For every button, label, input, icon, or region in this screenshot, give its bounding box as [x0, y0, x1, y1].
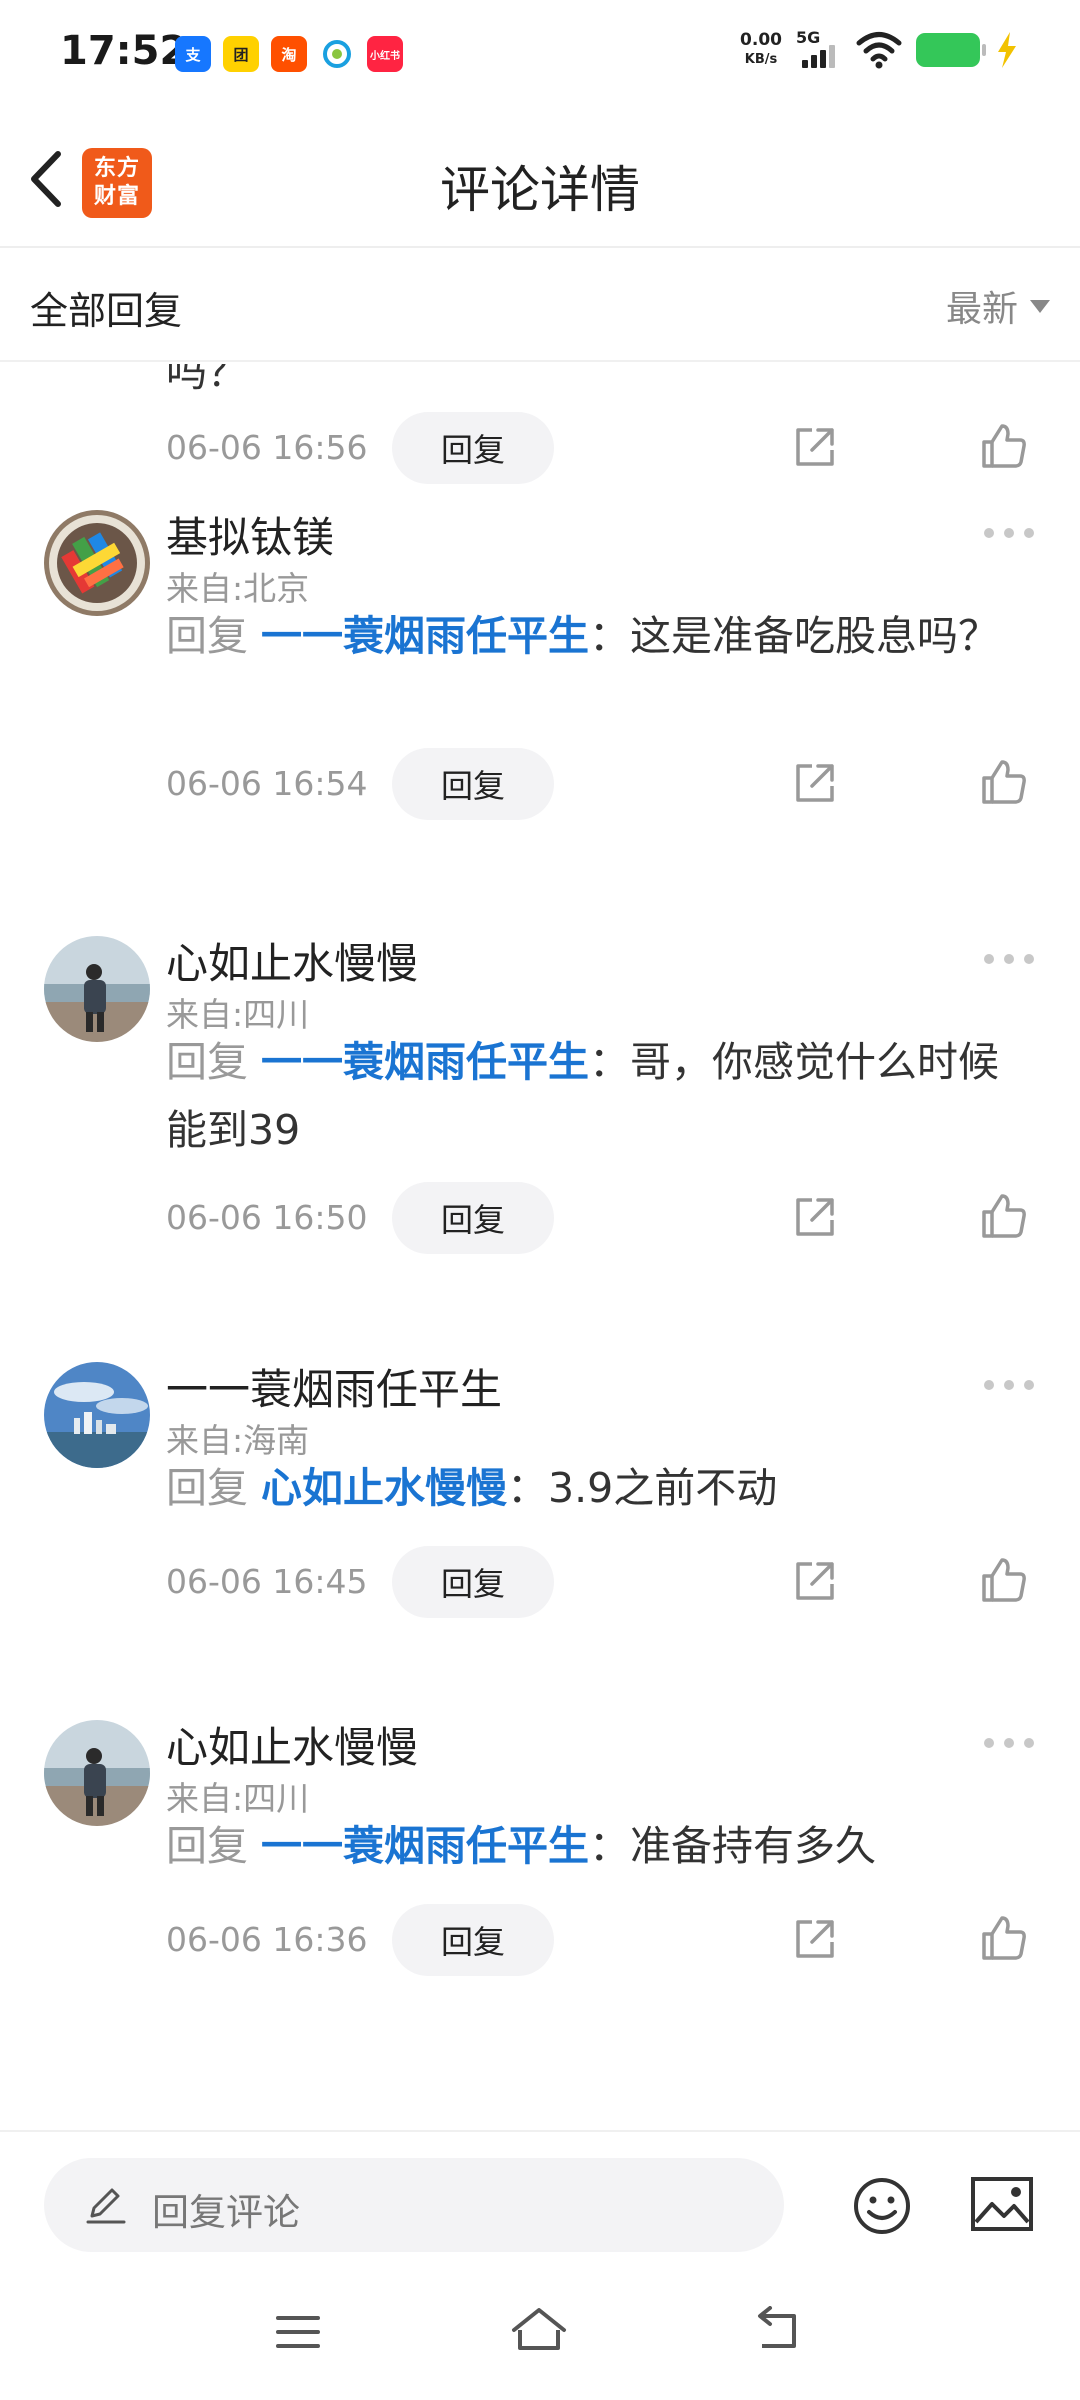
reply-prefix: 回复 [166, 1464, 248, 1512]
comment-actions: 06-06 16:54 回复 [0, 748, 1080, 820]
comment-content: ：准备持有多久 [589, 1822, 877, 1870]
back-nav-icon[interactable] [752, 2306, 802, 2354]
menu-icon[interactable] [274, 2312, 322, 2352]
comment-actions: 06-06 16:36 回复 [0, 1904, 1080, 1976]
more-options-icon[interactable] [984, 954, 1034, 968]
username[interactable]: 心如止水慢慢 [166, 1714, 418, 1775]
triangle-down-icon [1030, 299, 1050, 313]
more-options-icon[interactable] [984, 1738, 1034, 1752]
reply-button[interactable]: 回复 [392, 1904, 554, 1976]
comment-text: 回复 一一蓑烟雨任平生：准备持有多久 [166, 1812, 1036, 1880]
share-icon[interactable] [792, 760, 838, 806]
xiaohongshu-icon: 小红书 [367, 36, 403, 72]
comment-date: 06-06 16:45 [166, 1562, 368, 1601]
notification-app-icons: 支 团 淘 小红书 [175, 36, 403, 72]
battery-icon [916, 33, 986, 67]
comment-text: 回复 一一蓑烟雨任平生：哥，你感觉什么时候能到39 [166, 1028, 1036, 1164]
comment-text: 回复 一一蓑烟雨任平生：这是准备吃股息吗？ [166, 602, 1036, 670]
username[interactable]: 心如止水慢慢 [166, 930, 418, 991]
share-icon[interactable] [792, 424, 838, 470]
reply-prefix: 回复 [166, 1822, 248, 1870]
comment-actions: 06-06 16:45 回复 [0, 1546, 1080, 1618]
comment-item: 一一蓑烟雨任平生 来自:海南 回复 心如止水慢慢：3.9之前不动 06-06 1… [0, 1346, 1080, 1696]
status-bar: 17:52 支 团 淘 小红书 0.00 KB/s 5G [0, 0, 1080, 110]
wifi-icon [856, 32, 902, 69]
username[interactable]: 一一蓑烟雨任平生 [166, 1356, 502, 1417]
reply-prefix: 回复 [166, 1038, 248, 1086]
avatar-person-riverside[interactable] [44, 1720, 150, 1826]
reply-prefix: 回复 [166, 612, 248, 660]
replies-section-bar: 全部回复 最新 [0, 250, 1080, 362]
sort-label: 最新 [945, 289, 1018, 330]
comment-date: 06-06 16:50 [166, 1198, 368, 1237]
more-options-icon[interactable] [984, 1380, 1034, 1394]
pencil-icon [86, 2188, 126, 2224]
net-speed-unit: KB/s [744, 52, 778, 67]
comment-content: ：这是准备吃股息吗？ [589, 612, 1000, 660]
comment-item: 吗？ 06-06 16:56 回复 [0, 364, 1080, 494]
home-icon[interactable] [508, 2304, 570, 2356]
avatar-person-riverside[interactable] [44, 936, 150, 1042]
china-mobile-icon [319, 36, 355, 72]
net-speed: 0.00 KB/s [740, 31, 782, 69]
comment-item: 基拟钛镁 来自:北京 回复 一一蓑烟雨任平生：这是准备吃股息吗？ 06-06 1… [0, 494, 1080, 914]
comment-list[interactable]: 吗？ 06-06 16:56 回复 基拟钛镁 来自:北京 回复 一一蓑烟雨任平生… [0, 364, 1080, 2130]
mentioned-user-link[interactable]: 一一蓑烟雨任平生 [261, 1038, 589, 1086]
share-icon[interactable] [792, 1916, 838, 1962]
comment-date: 06-06 16:36 [166, 1920, 368, 1959]
reply-input-placeholder: 回复评论 [152, 2191, 300, 2234]
more-options-icon[interactable] [984, 528, 1034, 542]
cellular-signal-icon: 5G [796, 28, 842, 70]
reply-button[interactable]: 回复 [392, 1546, 554, 1618]
sort-dropdown[interactable]: 最新 [946, 280, 1050, 332]
share-icon[interactable] [792, 1558, 838, 1604]
reply-button[interactable]: 回复 [392, 1182, 554, 1254]
alipay-icon: 支 [175, 36, 211, 72]
mentioned-user-link[interactable]: 一一蓑烟雨任平生 [261, 1822, 589, 1870]
thumbs-up-icon[interactable] [980, 1556, 1028, 1604]
comment-item: 心如止水慢慢 来自:四川 回复 一一蓑烟雨任平生：哥，你感觉什么时候能到39 0… [0, 920, 1080, 1340]
comment-fragment: 吗？ [166, 364, 248, 396]
comment-item: 心如止水慢慢 来自:四川 回复 一一蓑烟雨任平生：准备持有多久 06-06 16… [0, 1704, 1080, 2054]
meituan-icon: 团 [223, 36, 259, 72]
thumbs-up-icon[interactable] [980, 1192, 1028, 1240]
username[interactable]: 基拟钛镁 [166, 504, 334, 565]
all-replies-label: 全部回复 [30, 289, 183, 333]
bottom-reply-bar: 回复评论 [0, 2130, 1080, 2400]
mentioned-user-link[interactable]: 心如止水慢慢 [261, 1464, 507, 1512]
comment-date: 06-06 16:54 [166, 764, 368, 803]
reply-button[interactable]: 回复 [392, 412, 554, 484]
comment-content: ：3.9之前不动 [507, 1464, 778, 1512]
reply-button[interactable]: 回复 [392, 748, 554, 820]
comment-date: 06-06 16:56 [166, 428, 368, 467]
comment-text: 回复 心如止水慢慢：3.9之前不动 [166, 1454, 1036, 1522]
thumbs-up-icon[interactable] [980, 422, 1028, 470]
top-app-bar: 东方 财富 评论详情 [0, 110, 1080, 248]
mentioned-user-link[interactable]: 一一蓑烟雨任平生 [261, 612, 589, 660]
page-title: 评论详情 [440, 161, 640, 219]
thumbs-up-icon[interactable] [980, 758, 1028, 806]
status-time: 17:52 [60, 28, 188, 74]
net-speed-value: 0.00 [740, 30, 782, 50]
charging-icon [998, 32, 1016, 68]
comment-actions: 06-06 16:56 回复 [0, 412, 1080, 484]
comment-text: 吗？ [166, 364, 1036, 406]
reply-comment-input[interactable]: 回复评论 [44, 2158, 784, 2252]
system-navigation-bar [0, 2282, 1080, 2362]
share-icon[interactable] [792, 1194, 838, 1240]
thumbs-up-icon[interactable] [980, 1914, 1028, 1962]
avatar-colorful-blocks[interactable] [44, 510, 150, 616]
taobao-icon: 淘 [271, 36, 307, 72]
emoji-icon[interactable] [852, 2176, 912, 2236]
image-icon[interactable] [970, 2176, 1034, 2232]
avatar-city-sky[interactable] [44, 1362, 150, 1468]
comment-actions: 06-06 16:50 回复 [0, 1182, 1080, 1254]
